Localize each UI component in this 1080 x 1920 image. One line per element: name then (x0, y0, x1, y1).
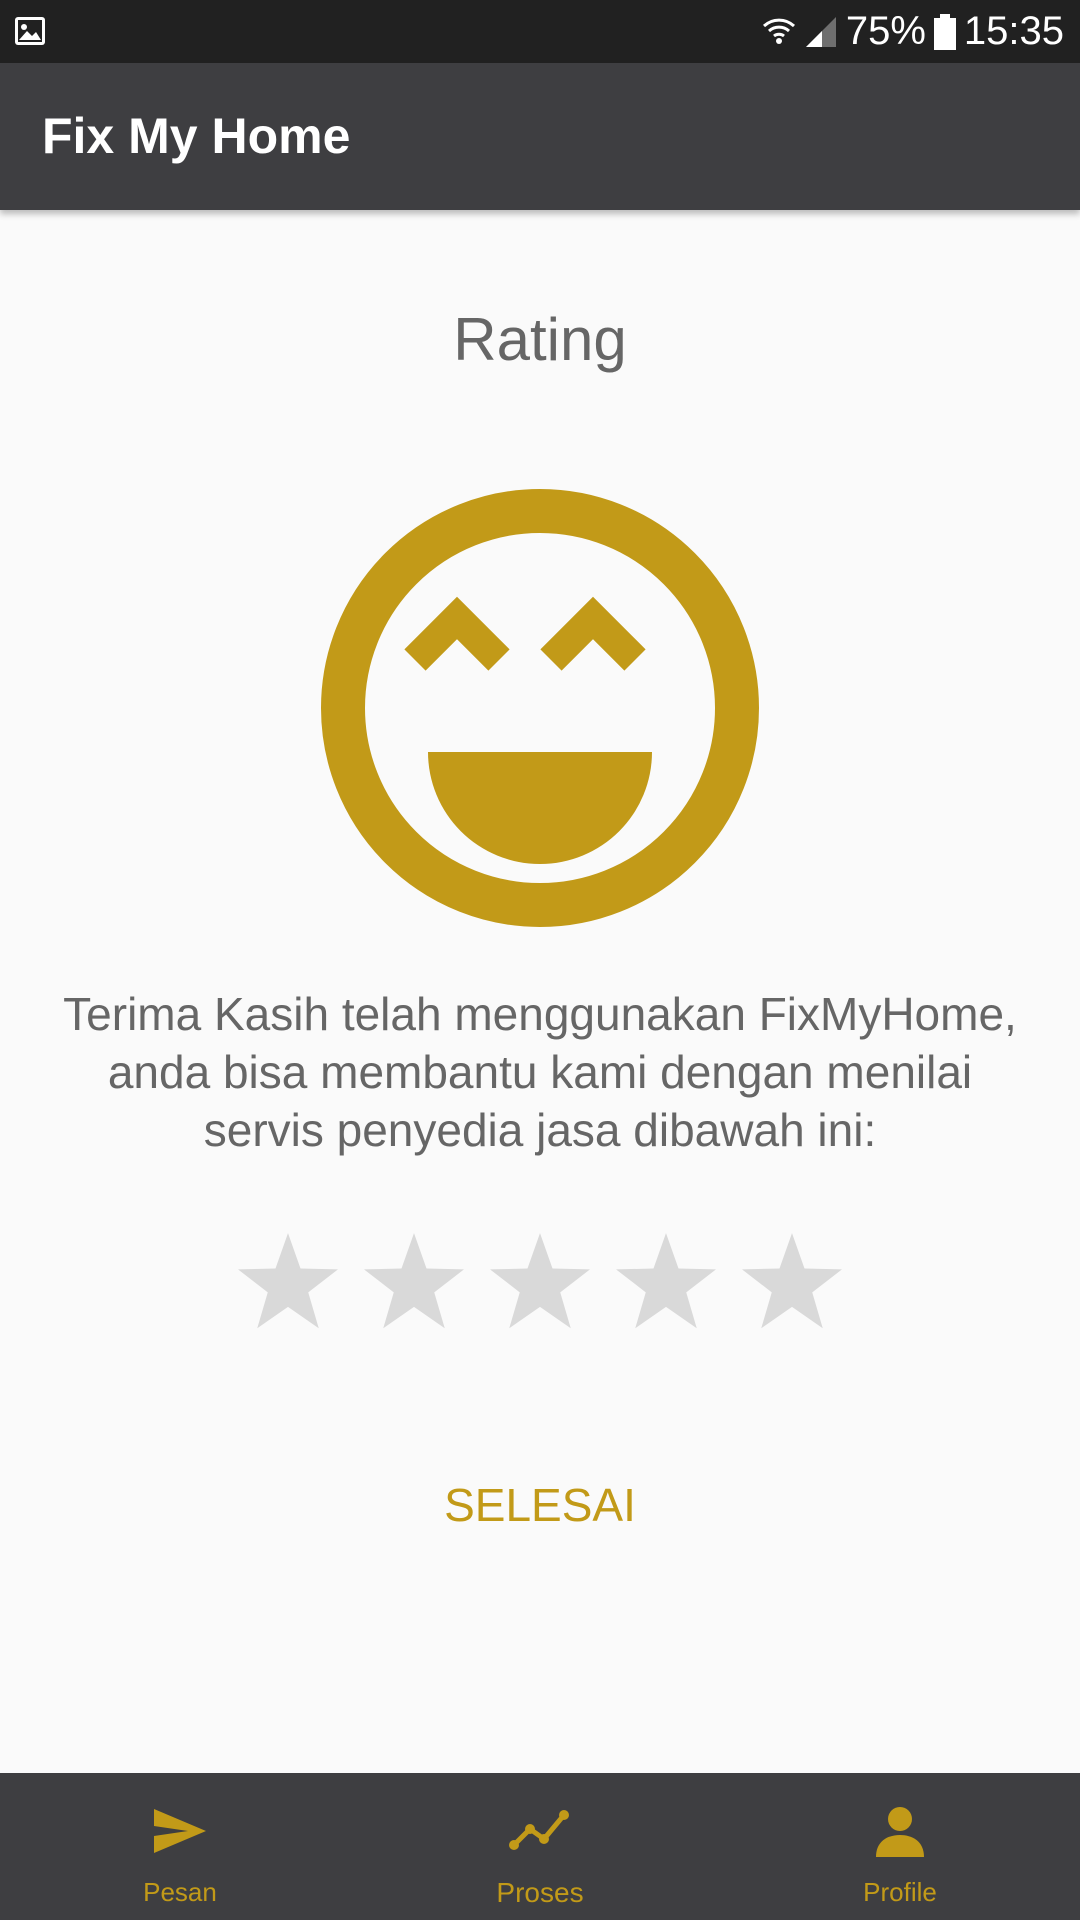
star-rating (0, 1230, 1080, 1340)
app-bar: Fix My Home (0, 63, 1080, 210)
page-title: Rating (453, 306, 627, 373)
star-2-icon[interactable] (361, 1230, 467, 1336)
star-3-icon[interactable] (487, 1230, 593, 1336)
nav-item-profile[interactable]: Profile (720, 1773, 1080, 1920)
star-5-icon[interactable] (739, 1230, 845, 1336)
battery-icon (933, 13, 956, 50)
message-line-3: servis penyedia jasa dibawah ini: (203, 1104, 877, 1156)
image-icon (15, 17, 45, 45)
thank-you-message: Terima Kasih telah menggunakan FixMyHome… (60, 985, 1020, 1159)
happy-face-icon (321, 489, 759, 927)
nav-label-pesan: Pesan (143, 1877, 217, 1907)
person-icon (876, 1807, 924, 1857)
nav-item-pesan[interactable]: Pesan (0, 1773, 360, 1920)
bottom-nav: Pesan Proses Profile (0, 1773, 1080, 1920)
trending-icon (509, 1810, 569, 1850)
message-line-2: anda bisa membantu kami dengan menilai (107, 1046, 973, 1098)
battery-percent: 75% (845, 9, 926, 53)
send-icon (154, 1809, 206, 1853)
clock: 15:35 (963, 9, 1064, 53)
message-line-1: Terima Kasih telah menggunakan FixMyHome… (63, 988, 1017, 1040)
signal-icon (805, 16, 836, 47)
nav-label-profile: Profile (863, 1877, 937, 1907)
status-bar: 75% 15:35 (0, 0, 1080, 63)
star-4-icon[interactable] (613, 1230, 719, 1336)
wifi-icon (762, 18, 795, 44)
star-1-icon[interactable] (235, 1230, 341, 1336)
nav-label-proses: Proses (496, 1877, 584, 1908)
nav-item-proses[interactable]: Proses (360, 1773, 720, 1920)
finish-button[interactable]: SELESAI (390, 1470, 690, 1540)
app-title: Fix My Home (42, 108, 351, 164)
